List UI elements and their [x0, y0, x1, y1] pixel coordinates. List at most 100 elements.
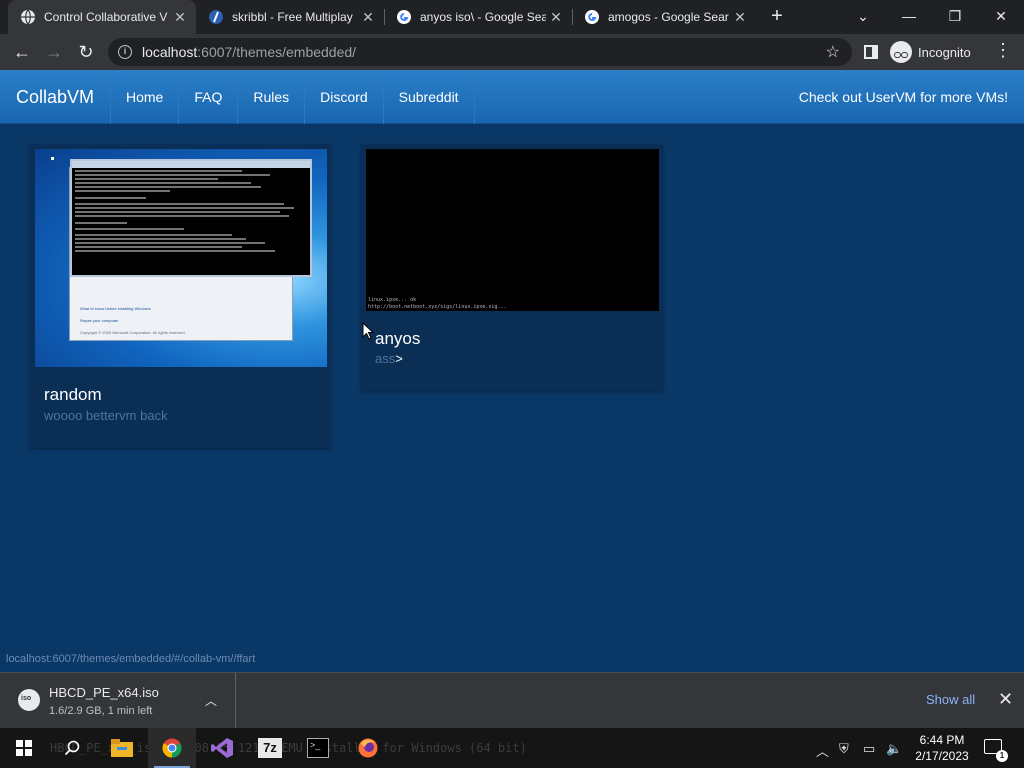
chrome-icon	[162, 738, 182, 758]
incognito-indicator[interactable]: Incognito	[890, 39, 971, 65]
new-tab-button[interactable]: +	[766, 5, 788, 27]
tab-title: Control Collaborative V	[44, 10, 168, 24]
close-tab-icon[interactable]: ✕	[170, 9, 190, 26]
7zip-button[interactable]: 7z	[246, 728, 294, 768]
vm-description-tag: >	[395, 351, 403, 366]
setup-copyright: Copyright © 2009 Microsoft Corporation. …	[80, 330, 186, 335]
site-navbar: CollabVM Home FAQ Rules Discord Subreddi…	[0, 70, 1024, 124]
network-icon[interactable]: ▭	[863, 741, 875, 757]
vm-card-anyos[interactable]: linux.ipxe... ok http://boot.netboot.xyz…	[361, 144, 663, 391]
nav-discord[interactable]: Discord	[304, 70, 382, 124]
google-icon	[585, 10, 599, 24]
firefox-button[interactable]	[344, 728, 392, 768]
url-host: localhost	[142, 44, 198, 60]
console-line: linux.ipxe... ok	[368, 297, 417, 303]
url-path: :6007/themes/embedded/	[197, 44, 357, 60]
search-button[interactable]	[48, 728, 96, 768]
tab-collabvm[interactable]: Control Collaborative V ✕	[8, 0, 196, 34]
vm-screenshot-random[interactable]: What to know before installing Windows R…	[35, 149, 327, 367]
back-button[interactable]: ←	[8, 38, 36, 66]
tray-security-icon[interactable]: ⛨	[839, 741, 849, 757]
file-explorer-button[interactable]	[98, 728, 146, 768]
vm-name[interactable]: random	[44, 385, 102, 405]
vm-mouse-cursor	[51, 157, 54, 160]
restore-button[interactable]: ❐	[932, 0, 978, 34]
tab-title: skribbl - Free Multiplay	[232, 10, 353, 24]
close-tab-icon[interactable]: ✕	[730, 9, 750, 26]
side-panel-icon[interactable]	[864, 45, 878, 59]
close-tab-icon[interactable]: ✕	[546, 9, 566, 26]
tab-google-amogos[interactable]: amogos - Google Sear ✕	[572, 0, 756, 34]
nav-links: Home FAQ Rules Discord Subreddit	[110, 70, 475, 124]
close-shelf-icon[interactable]: ✕	[998, 689, 1013, 710]
close-window-button[interactable]: ✕	[978, 0, 1024, 34]
address-bar[interactable]: i localhost:6007/themes/embedded/ ☆	[108, 38, 852, 66]
notification-count-badge: 1	[996, 750, 1008, 762]
chrome-button[interactable]	[148, 728, 196, 768]
chevron-up-icon[interactable]: ︿	[205, 692, 217, 709]
start-icon	[16, 740, 32, 756]
setup-link: Repair your computer	[80, 318, 119, 323]
nav-subreddit[interactable]: Subreddit	[382, 70, 475, 124]
show-all-downloads-button[interactable]: Show all	[926, 692, 975, 707]
vm-card-random[interactable]: What to know before installing Windows R…	[30, 144, 331, 448]
site-info-icon[interactable]: i	[118, 45, 132, 59]
clock-date: 2/17/2023	[915, 749, 969, 763]
7zip-icon: 7z	[258, 738, 282, 758]
uservm-promo-link[interactable]: Check out UserVM for more VMs!	[799, 89, 1008, 105]
vm-name[interactable]: anyos	[375, 329, 420, 349]
vm-description: woooo bettervm back	[44, 408, 168, 423]
google-icon	[397, 10, 411, 24]
incognito-icon	[890, 41, 912, 63]
download-shelf: HBCD_PE_x64.iso 1.6/2.9 GB, 1 min left ︿…	[0, 672, 1024, 729]
vm-description-text: ass	[375, 351, 396, 366]
site-brand[interactable]: CollabVM	[16, 87, 94, 108]
browser-menu-icon[interactable]: ⋮	[994, 40, 1012, 61]
tray-overflow-chevron-icon[interactable]: ︿	[816, 741, 829, 760]
terminal-button[interactable]: >_	[294, 728, 342, 768]
firefox-icon	[358, 738, 378, 758]
nav-home[interactable]: Home	[110, 70, 178, 124]
download-progress: 1.6/2.9 GB, 1 min left	[49, 705, 153, 717]
vm-screenshot-anyos[interactable]: linux.ipxe... ok http://boot.netboot.xyz…	[366, 149, 659, 311]
tab-google-anyos[interactable]: anyos iso\ - Google Sea ✕	[384, 0, 572, 34]
download-item[interactable]: HBCD_PE_x64.iso 1.6/2.9 GB, 1 min left ︿	[0, 673, 236, 729]
file-explorer-icon	[111, 739, 133, 757]
vm-description: ass>	[375, 351, 403, 366]
windows-taskbar: HBCD_PE_x64_iso 319 08 65 121M QEMU Inst…	[0, 728, 1024, 768]
browser-tab-strip: Control Collaborative V ✕ skribbl - Free…	[0, 0, 1024, 34]
clock-time: 6:44 PM	[919, 733, 965, 747]
iso-file-icon	[18, 689, 40, 711]
start-button[interactable]	[0, 728, 48, 768]
command-prompt-window	[70, 159, 312, 277]
setup-link: What to know before installing Windows	[80, 306, 151, 311]
taskbar-clock[interactable]: 6:44 PM 2/17/2023	[912, 732, 972, 764]
volume-icon[interactable]: 🔈	[886, 741, 902, 757]
nav-faq[interactable]: FAQ	[178, 70, 237, 124]
mouse-pointer-icon	[362, 322, 374, 340]
url-text[interactable]: localhost:6007/themes/embedded/	[142, 44, 356, 60]
tab-search-chevron-icon[interactable]: ⌄	[840, 0, 886, 34]
bookmark-star-icon[interactable]: ☆	[826, 42, 840, 62]
browser-toolbar: ← → ↻ i localhost:6007/themes/embedded/ …	[0, 34, 1024, 70]
visual-studio-button[interactable]	[198, 728, 246, 768]
skribbl-icon	[209, 10, 223, 24]
terminal-icon: >_	[307, 738, 329, 758]
globe-icon	[21, 9, 35, 25]
console-line: http://boot.netboot.xyz/sigs/linux.ipxe.…	[368, 304, 507, 310]
forward-button[interactable]: →	[40, 38, 68, 66]
tab-title: amogos - Google Sear	[608, 10, 729, 24]
minimize-button[interactable]: —	[886, 0, 932, 34]
linux-boot-console: linux.ipxe... ok http://boot.netboot.xyz…	[366, 149, 659, 311]
link-status-bubble: localhost:6007/themes/embedded/#/collab-…	[0, 651, 262, 669]
close-tab-icon[interactable]: ✕	[358, 9, 378, 26]
download-filename: HBCD_PE_x64.iso	[49, 685, 159, 700]
search-icon	[64, 740, 80, 756]
incognito-label: Incognito	[918, 44, 971, 60]
tab-title: anyos iso\ - Google Sea	[420, 10, 546, 24]
tab-skribbl[interactable]: skribbl - Free Multiplay ✕	[196, 0, 384, 34]
cmd-titlebar	[72, 161, 310, 168]
nav-rules[interactable]: Rules	[237, 70, 304, 124]
reload-button[interactable]: ↻	[72, 38, 100, 66]
visual-studio-icon	[211, 738, 233, 758]
